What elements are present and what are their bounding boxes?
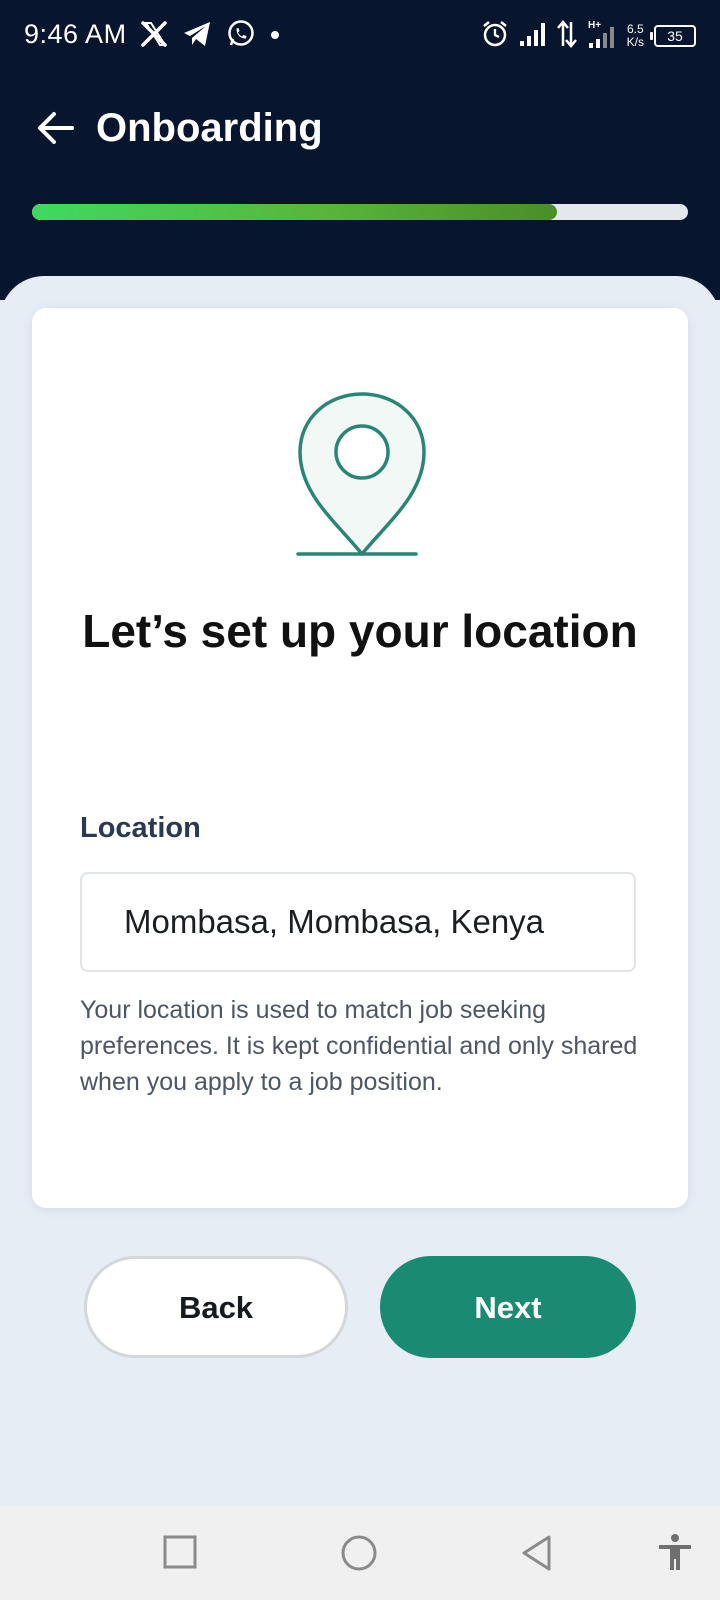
alarm-icon bbox=[481, 20, 509, 53]
system-nav-bar bbox=[0, 1506, 720, 1600]
back-triangle-icon[interactable] bbox=[516, 1532, 558, 1574]
top-app-bar: 9:46 AM H+ 6.5 K/s 35 Onboarding bbox=[0, 0, 720, 300]
location-pin-icon bbox=[296, 392, 426, 556]
accessibility-icon[interactable] bbox=[654, 1532, 696, 1574]
location-label: Location bbox=[80, 812, 201, 844]
svg-text:H+: H+ bbox=[588, 20, 601, 31]
signal-hplus-icon: H+ bbox=[587, 19, 617, 54]
network-speed: 6.5 K/s bbox=[627, 23, 644, 49]
location-input[interactable]: Mombasa, Mombasa, Kenya bbox=[80, 872, 636, 972]
status-time: 9:46 AM bbox=[24, 19, 127, 49]
next-button[interactable]: Next bbox=[380, 1256, 636, 1358]
dot-icon bbox=[270, 27, 280, 45]
network-speed-unit: K/s bbox=[626, 35, 644, 49]
x-icon bbox=[140, 20, 168, 53]
home-circle-icon[interactable] bbox=[338, 1532, 380, 1574]
card-heading: Let’s set up your location bbox=[82, 605, 638, 657]
arrow-left-icon[interactable] bbox=[36, 108, 76, 148]
app-header: Onboarding bbox=[0, 90, 720, 170]
status-bar: 9:46 AM H+ 6.5 K/s 35 bbox=[0, 0, 720, 72]
network-speed-value: 6.5 bbox=[626, 22, 644, 36]
progress-fill bbox=[32, 204, 557, 220]
telegram-icon bbox=[182, 20, 212, 53]
location-card: Let’s set up your location Location Momb… bbox=[32, 308, 688, 1208]
data-arrows-icon bbox=[556, 19, 577, 53]
battery-indicator: 35 bbox=[650, 25, 696, 47]
signal-icon bbox=[519, 21, 547, 52]
page-title: Onboarding bbox=[96, 106, 323, 150]
recents-square-icon[interactable] bbox=[160, 1532, 202, 1574]
back-button[interactable]: Back bbox=[84, 1256, 348, 1358]
onboarding-progress-bar bbox=[32, 204, 688, 220]
whatsapp-icon bbox=[226, 19, 256, 54]
location-helper-text: Your location is used to match job seeki… bbox=[80, 996, 638, 1096]
